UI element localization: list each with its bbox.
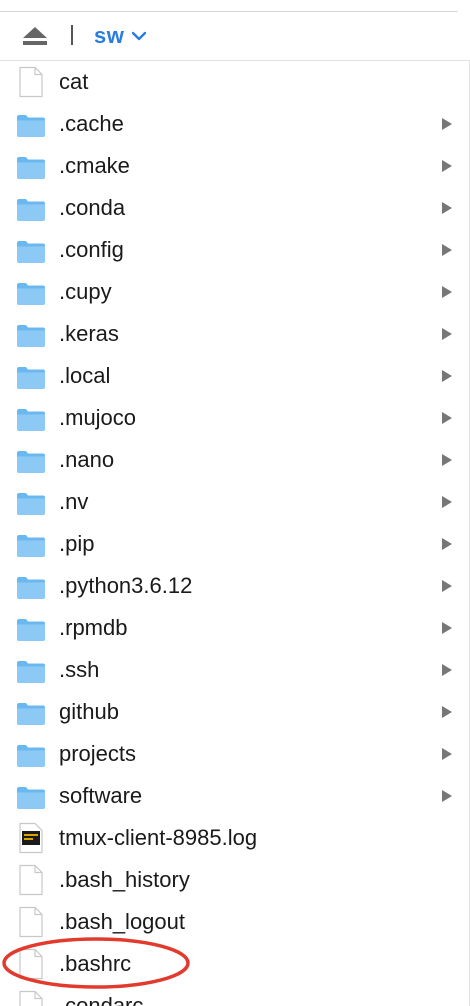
item-name: .cupy (59, 279, 112, 304)
folder-icon (17, 703, 45, 725)
item-name: tmux-client-8985.log (59, 825, 258, 850)
folder-icon (17, 493, 45, 515)
file-row[interactable]: .bash_history (0, 859, 470, 901)
file-row[interactable]: cat (0, 61, 470, 103)
item-name: .bashrc (59, 951, 132, 976)
window-top-strip (0, 0, 458, 12)
item-name: .cache (59, 111, 124, 136)
folder-icon (17, 241, 45, 263)
folder-row[interactable]: .config (0, 229, 470, 271)
disclosure-triangle-icon[interactable] (441, 621, 453, 635)
file-browser: sw cat .cache .cmake .conda .config .cupy .ker… (0, 0, 470, 1006)
item-name: github (59, 699, 119, 724)
disclosure-triangle-icon[interactable] (441, 663, 453, 677)
item-name: .rpmdb (59, 615, 128, 640)
disclosure-triangle-icon[interactable] (441, 285, 453, 299)
file-icon (19, 66, 43, 98)
item-name: .nano (59, 447, 115, 472)
folder-icon (17, 787, 45, 809)
item-name: .ssh (59, 657, 100, 682)
file-row[interactable]: .bashrc (0, 943, 470, 985)
item-name: .conda (59, 195, 126, 220)
folder-row[interactable]: .mujoco (0, 397, 470, 439)
folder-row[interactable]: .cmake (0, 145, 470, 187)
folder-row[interactable]: .nano (0, 439, 470, 481)
file-list: cat .cache .cmake .conda .config .cupy .keras.… (0, 60, 470, 1006)
folder-icon (17, 661, 45, 683)
item-name: .bash_history (59, 867, 190, 892)
item-name: .mujoco (59, 405, 137, 430)
item-name: software (59, 783, 143, 808)
file-row[interactable]: .bash_logout (0, 901, 470, 943)
disclosure-triangle-icon[interactable] (441, 705, 453, 719)
toolbar-separator (71, 25, 73, 45)
item-name: .local (59, 363, 111, 388)
folder-row[interactable]: .pip (0, 523, 470, 565)
folder-icon (17, 535, 45, 557)
chevron-down-icon (132, 31, 147, 41)
disclosure-triangle-icon[interactable] (441, 201, 453, 215)
file-icon (19, 864, 43, 896)
folder-icon (17, 409, 45, 431)
path-label: sw (94, 23, 125, 48)
path-dropdown[interactable]: sw (94, 22, 147, 50)
folder-icon (17, 367, 45, 389)
item-name: .condarc (59, 993, 144, 1006)
file-icon (19, 948, 43, 980)
item-name: projects (59, 741, 137, 766)
folder-icon (17, 619, 45, 641)
disclosure-triangle-icon[interactable] (441, 747, 453, 761)
folder-icon (17, 115, 45, 137)
folder-row[interactable]: software (0, 775, 470, 817)
folder-row[interactable]: .keras (0, 313, 470, 355)
disclosure-triangle-icon[interactable] (441, 537, 453, 551)
file-row[interactable]: .condarc (0, 985, 470, 1006)
item-name: .bash_logout (59, 909, 185, 934)
disclosure-triangle-icon[interactable] (441, 789, 453, 803)
disclosure-triangle-icon[interactable] (441, 159, 453, 173)
item-name: .nv (59, 489, 89, 514)
disclosure-triangle-icon[interactable] (441, 453, 453, 467)
folder-row[interactable]: projects (0, 733, 470, 775)
folder-row[interactable]: .cache (0, 103, 470, 145)
disclosure-triangle-icon[interactable] (441, 243, 453, 257)
item-name: .cmake (59, 153, 130, 178)
folder-row[interactable]: .conda (0, 187, 470, 229)
eject-icon[interactable] (22, 26, 48, 46)
folder-icon (17, 199, 45, 221)
folder-row[interactable]: .cupy (0, 271, 470, 313)
path-toolbar: sw (0, 12, 470, 60)
disclosure-triangle-icon[interactable] (441, 369, 453, 383)
folder-icon (17, 283, 45, 305)
item-name: .keras (59, 321, 119, 346)
folder-row[interactable]: .rpmdb (0, 607, 470, 649)
disclosure-triangle-icon[interactable] (441, 117, 453, 131)
item-name: .config (59, 237, 124, 262)
folder-icon (17, 157, 45, 179)
log-file-icon (19, 822, 43, 854)
folder-icon (17, 577, 45, 599)
item-name: cat (59, 69, 89, 94)
file-icon (19, 906, 43, 938)
file-icon (19, 990, 43, 1006)
folder-row[interactable]: .ssh (0, 649, 470, 691)
item-name: .pip (59, 531, 95, 556)
folder-row[interactable]: .local (0, 355, 470, 397)
disclosure-triangle-icon[interactable] (441, 579, 453, 593)
folder-icon (17, 745, 45, 767)
folder-icon (17, 451, 45, 473)
disclosure-triangle-icon[interactable] (441, 327, 453, 341)
folder-row[interactable]: .python3.6.12 (0, 565, 470, 607)
folder-icon (17, 325, 45, 347)
disclosure-triangle-icon[interactable] (441, 495, 453, 509)
file-row[interactable]: tmux-client-8985.log (0, 817, 470, 859)
disclosure-triangle-icon[interactable] (441, 411, 453, 425)
item-name: .python3.6.12 (59, 573, 193, 598)
folder-row[interactable]: .nv (0, 481, 470, 523)
folder-row[interactable]: github (0, 691, 470, 733)
